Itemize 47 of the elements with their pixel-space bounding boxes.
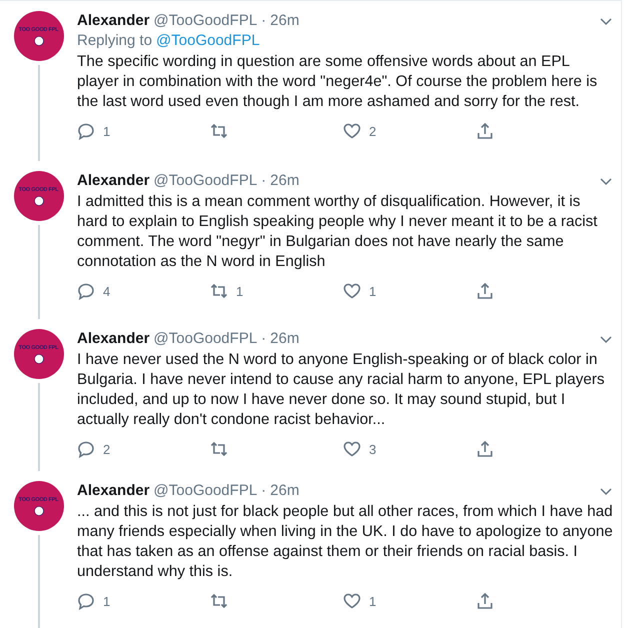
timestamp[interactable]: 26m [270, 481, 300, 501]
heart-icon[interactable] [343, 440, 361, 458]
separator: · [261, 481, 266, 501]
timestamp[interactable]: 26m [270, 171, 300, 191]
like-count: 2 [369, 124, 376, 138]
reply-icon[interactable] [77, 592, 95, 610]
reply-count: 2 [103, 442, 110, 456]
retweet-icon[interactable] [210, 282, 228, 300]
author-name[interactable]: Alexander [77, 329, 150, 349]
tweet-text: ... and this is not just for black people but all other races, from which I have had many friends especially when living in the UK. I do have to apologize to anyone that has taken as an offense against them or their friends on racial basis. I understand why this is. [77, 502, 613, 582]
reply-icon[interactable] [77, 440, 95, 458]
share-icon[interactable] [476, 282, 494, 300]
share-icon[interactable] [476, 592, 494, 610]
share-icon[interactable] [476, 440, 494, 458]
author-handle[interactable]: @TooGoodFPL [154, 11, 258, 31]
author-handle[interactable]: @TooGoodFPL [154, 329, 258, 349]
tweet-text: I have never used the N word to anyone English-speaking or of black color in Bulgaria. I have never intend to cause any racial harm to anyone, EPL players included, and up to now I have never done so. It may sound stupid, but I actually really don't condone racist behavior... [77, 350, 606, 430]
separator: · [261, 171, 266, 191]
like-count: 1 [369, 594, 376, 608]
separator: · [261, 329, 266, 349]
retweet-icon[interactable] [210, 122, 228, 140]
author-handle[interactable]: @TooGoodFPL [154, 171, 258, 191]
timestamp[interactable]: 26m [270, 329, 300, 349]
replying-label: Replying to [77, 31, 152, 51]
tweet-text: The specific wording in question are some offensive words about an EPL player in combination with the word "neger4e". Of course the problem here is the last word used even though I am more ashamed and sorry for the rest. [77, 52, 598, 112]
timestamp[interactable]: 26m [270, 11, 300, 31]
heart-icon[interactable] [343, 592, 361, 610]
author-name[interactable]: Alexander [77, 171, 150, 191]
reply-count: 1 [103, 124, 110, 138]
mention-link[interactable]: @TooGoodFPL [156, 31, 260, 51]
reply-count: 1 [103, 594, 110, 608]
author-name[interactable]: Alexander [77, 481, 150, 501]
reply-icon[interactable] [77, 122, 95, 140]
retweet-count: 1 [236, 284, 244, 298]
like-count: 3 [369, 442, 376, 456]
share-icon[interactable] [476, 122, 494, 140]
retweet-icon[interactable] [210, 592, 228, 610]
author-handle[interactable]: @TooGoodFPL [154, 481, 258, 501]
reply-icon[interactable] [77, 282, 95, 300]
reply-count: 4 [103, 284, 110, 298]
heart-icon[interactable] [343, 122, 361, 140]
separator: · [261, 11, 266, 31]
author-name[interactable]: Alexander [77, 11, 150, 31]
tweet-text: I admitted this is a mean comment worthy of disqualification. However, it is hard to explain to English speaking people why I never meant it to be a racist comment. The word "negyr" in Bulgarian does not have nearly the same connotation as the N word in English [77, 192, 598, 272]
heart-icon[interactable] [343, 282, 361, 300]
like-count: 1 [369, 284, 376, 298]
retweet-icon[interactable] [210, 440, 228, 458]
